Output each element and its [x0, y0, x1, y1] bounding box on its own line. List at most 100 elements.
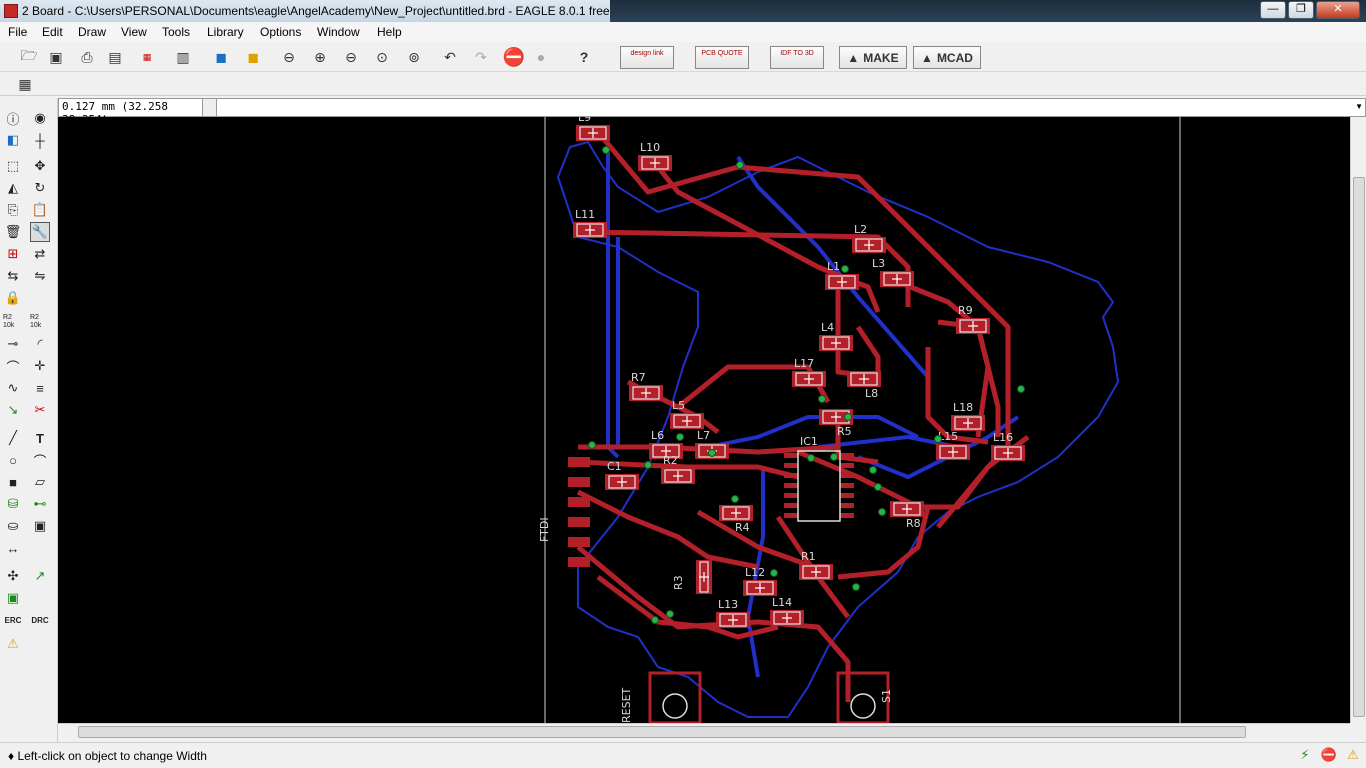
go-icon[interactable]: ●: [530, 46, 552, 68]
part-label-l6: L6: [651, 429, 664, 442]
stop-command-icon[interactable]: ⛔: [1320, 746, 1338, 764]
rotate-icon[interactable]: ↻: [30, 178, 50, 198]
value-icon[interactable]: R2 10k: [30, 312, 50, 332]
print-icon[interactable]: ⎙: [76, 46, 98, 68]
coordinate-dropdown[interactable]: [203, 99, 217, 116]
menu-window[interactable]: Window: [317, 25, 360, 39]
vertical-scrollbar[interactable]: [1350, 117, 1366, 723]
cam-processor-icon[interactable]: ▤: [104, 46, 126, 68]
ic-pin: [840, 463, 854, 468]
help-icon[interactable]: ?: [573, 46, 595, 68]
menu-options[interactable]: Options: [260, 25, 301, 39]
swap-icon[interactable]: ⇆: [3, 266, 23, 286]
close-button[interactable]: ✕: [1316, 1, 1360, 19]
make-button[interactable]: ▲ MAKE: [839, 46, 907, 69]
rectangle-icon[interactable]: ■: [3, 472, 23, 492]
design-link-button[interactable]: design link: [620, 46, 674, 69]
undo-icon[interactable]: ↶: [439, 46, 461, 68]
wire-icon[interactable]: ╱: [3, 428, 23, 448]
script-icon[interactable]: ◼: [210, 46, 232, 68]
menu-edit[interactable]: Edit: [42, 25, 63, 39]
stop-icon[interactable]: ⛔: [503, 46, 525, 68]
save-icon[interactable]: ▣: [45, 46, 67, 68]
part-label-l13: L13: [718, 598, 738, 611]
optimize-icon[interactable]: ✛: [30, 356, 50, 376]
open-icon[interactable]: 🗁: [18, 46, 40, 68]
ic-pin: [840, 493, 854, 498]
lock-icon[interactable]: 🔒: [3, 288, 23, 308]
show-icon[interactable]: ◉: [30, 108, 50, 128]
name-icon[interactable]: R2 10k: [3, 312, 23, 332]
polygon-icon[interactable]: ▱: [30, 472, 50, 492]
maximize-button[interactable]: ❐: [1288, 1, 1314, 19]
menu-draw[interactable]: Draw: [78, 25, 106, 39]
zoom-select-icon[interactable]: ⊚: [403, 46, 425, 68]
select-icon[interactable]: ⬚: [3, 156, 23, 176]
paste-icon[interactable]: 📋: [30, 200, 50, 220]
text-icon[interactable]: T: [30, 428, 50, 448]
via: [666, 610, 674, 618]
mirror-icon[interactable]: ◭: [3, 178, 23, 198]
horizontal-scrollbar[interactable]: [58, 723, 1350, 740]
horizontal-scroll-thumb[interactable]: [78, 726, 1246, 738]
ulp-icon[interactable]: ◼: [242, 46, 264, 68]
via-icon[interactable]: ⛁: [3, 494, 23, 514]
replace-icon[interactable]: ⇄: [30, 244, 50, 264]
warning-icon[interactable]: ⚠: [1344, 746, 1362, 764]
info-icon[interactable]: ⓘ: [3, 108, 23, 128]
move-icon[interactable]: ✥: [30, 156, 50, 176]
add-part-icon[interactable]: ⊞: [3, 244, 23, 264]
board-canvas[interactable]: L9 L10 L11 L2 L1 L3 R9 L4 L17 L8 R7 L5 R5 L18 L6 L7 IC1 L…: [58, 117, 1350, 723]
menu-file[interactable]: File: [8, 25, 27, 39]
minimize-button[interactable]: —: [1260, 1, 1286, 19]
lightning-icon[interactable]: ⚡: [1296, 746, 1314, 764]
pcb-quote-button[interactable]: PCB QUOTE: [695, 46, 749, 69]
zoom-out-icon[interactable]: ⊖: [340, 46, 362, 68]
zoom-fit-icon[interactable]: ⊖: [278, 46, 300, 68]
ripup-icon[interactable]: ✂: [30, 400, 50, 420]
change-wrench-icon[interactable]: 🔧: [30, 222, 50, 242]
display-layers-icon[interactable]: ◧: [3, 130, 23, 150]
vertical-scroll-thumb[interactable]: [1353, 177, 1365, 717]
sch-brd-switch-icon[interactable]: ▦: [136, 46, 158, 68]
errors-warning-icon[interactable]: ⚠: [3, 634, 23, 654]
miter-icon[interactable]: ◜: [30, 334, 50, 354]
erc-icon[interactable]: ERC: [3, 610, 23, 630]
library-icon[interactable]: ▥: [172, 46, 194, 68]
attribute-icon[interactable]: ▣: [30, 516, 50, 536]
board-drawing[interactable]: L9 L10 L11 L2 L1 L3 R9 L4 L17 L8 R7 L5 R5 L18 L6 L7 IC1 L…: [58, 117, 1350, 723]
redo-icon[interactable]: ↷: [470, 46, 492, 68]
hole-icon[interactable]: ⛀: [3, 516, 23, 536]
signal-icon[interactable]: ⊷: [30, 494, 50, 514]
part-label-l10: L10: [640, 141, 660, 154]
meander-icon[interactable]: ∿: [3, 378, 23, 398]
redraw-icon[interactable]: ⊙: [371, 46, 393, 68]
command-input[interactable]: [217, 99, 1347, 116]
part-label-l17: L17: [794, 357, 814, 370]
drc-board-icon[interactable]: ▣: [3, 588, 23, 608]
smash-icon[interactable]: ⊸: [3, 334, 23, 354]
circle-icon[interactable]: ○: [3, 450, 23, 470]
dimension-icon[interactable]: ↔: [3, 538, 23, 558]
menu-help[interactable]: Help: [377, 25, 402, 39]
ratsnest-icon[interactable]: ✣: [3, 566, 23, 586]
mcad-button[interactable]: ▲ MCAD: [913, 46, 981, 69]
eagle-app-icon[interactable]: [4, 4, 18, 18]
menu-library[interactable]: Library: [207, 25, 244, 39]
copy-icon[interactable]: ⎘: [3, 200, 23, 220]
zoom-in-icon[interactable]: ⊕: [309, 46, 331, 68]
grid-icon[interactable]: ▦: [14, 73, 36, 95]
delete-icon[interactable]: 🗑: [3, 222, 23, 242]
mark-icon[interactable]: ┼: [30, 130, 50, 150]
route-multiple-icon[interactable]: ≡: [30, 378, 50, 398]
gate-swap-icon[interactable]: ⇋: [30, 266, 50, 286]
autorouter-icon[interactable]: ↗: [30, 566, 50, 586]
arc-icon[interactable]: ⌒: [30, 450, 50, 470]
idf-to-3d-button[interactable]: IDF TO 3D: [770, 46, 824, 69]
menu-tools[interactable]: Tools: [162, 25, 190, 39]
menu-view[interactable]: View: [121, 25, 147, 39]
split-icon[interactable]: ⌒: [3, 356, 23, 376]
command-history-chevron-icon[interactable]: ▼: [1355, 102, 1363, 111]
drc-icon[interactable]: DRC: [30, 610, 50, 630]
route-icon[interactable]: ↘: [3, 400, 23, 420]
